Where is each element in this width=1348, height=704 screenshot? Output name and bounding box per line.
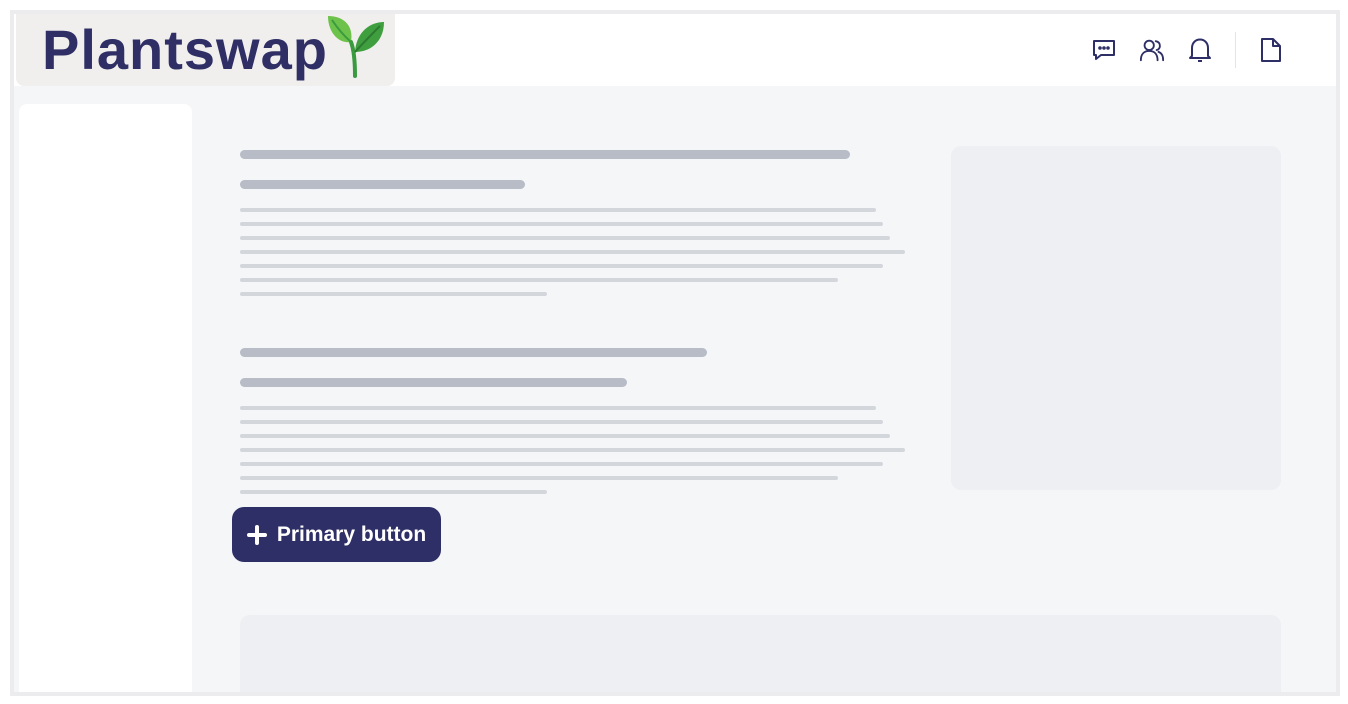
image-placeholder [951,146,1281,490]
primary-button[interactable]: Primary button [232,507,441,562]
skeleton-line [240,462,883,466]
skeleton-line [240,250,905,254]
logo-text: Plantswap [42,18,328,81]
skeleton-line [240,448,905,452]
skeleton-line [240,490,547,494]
primary-button-label: Primary button [276,522,427,546]
skeleton-line [240,208,876,212]
chat-icon[interactable] [1091,36,1117,64]
skeleton-line [240,406,876,410]
users-icon[interactable] [1139,36,1165,64]
skeleton-line [240,264,883,268]
app-window: Plantswap Primary button [10,10,1340,696]
header-divider [1235,32,1236,68]
skeleton-subheading [240,180,525,189]
skeleton-line [240,292,547,296]
bottom-card-placeholder [240,615,1281,692]
skeleton-subheading [240,378,627,387]
skeleton-heading [240,348,707,357]
skeleton-line [240,222,883,226]
plus-icon [246,524,267,545]
skeleton-line [240,476,838,480]
sprout-icon [327,16,384,78]
skeleton-line [240,278,838,282]
skeleton-line [240,236,890,240]
document-icon[interactable] [1258,36,1284,64]
logo[interactable]: Plantswap [16,14,395,86]
top-bar: Plantswap [14,14,1336,86]
bell-icon[interactable] [1187,36,1213,64]
skeleton-line [240,434,890,438]
skeleton-heading [240,150,850,159]
header-actions [1091,32,1284,68]
sidebar [19,104,192,692]
skeleton-line [240,420,883,424]
